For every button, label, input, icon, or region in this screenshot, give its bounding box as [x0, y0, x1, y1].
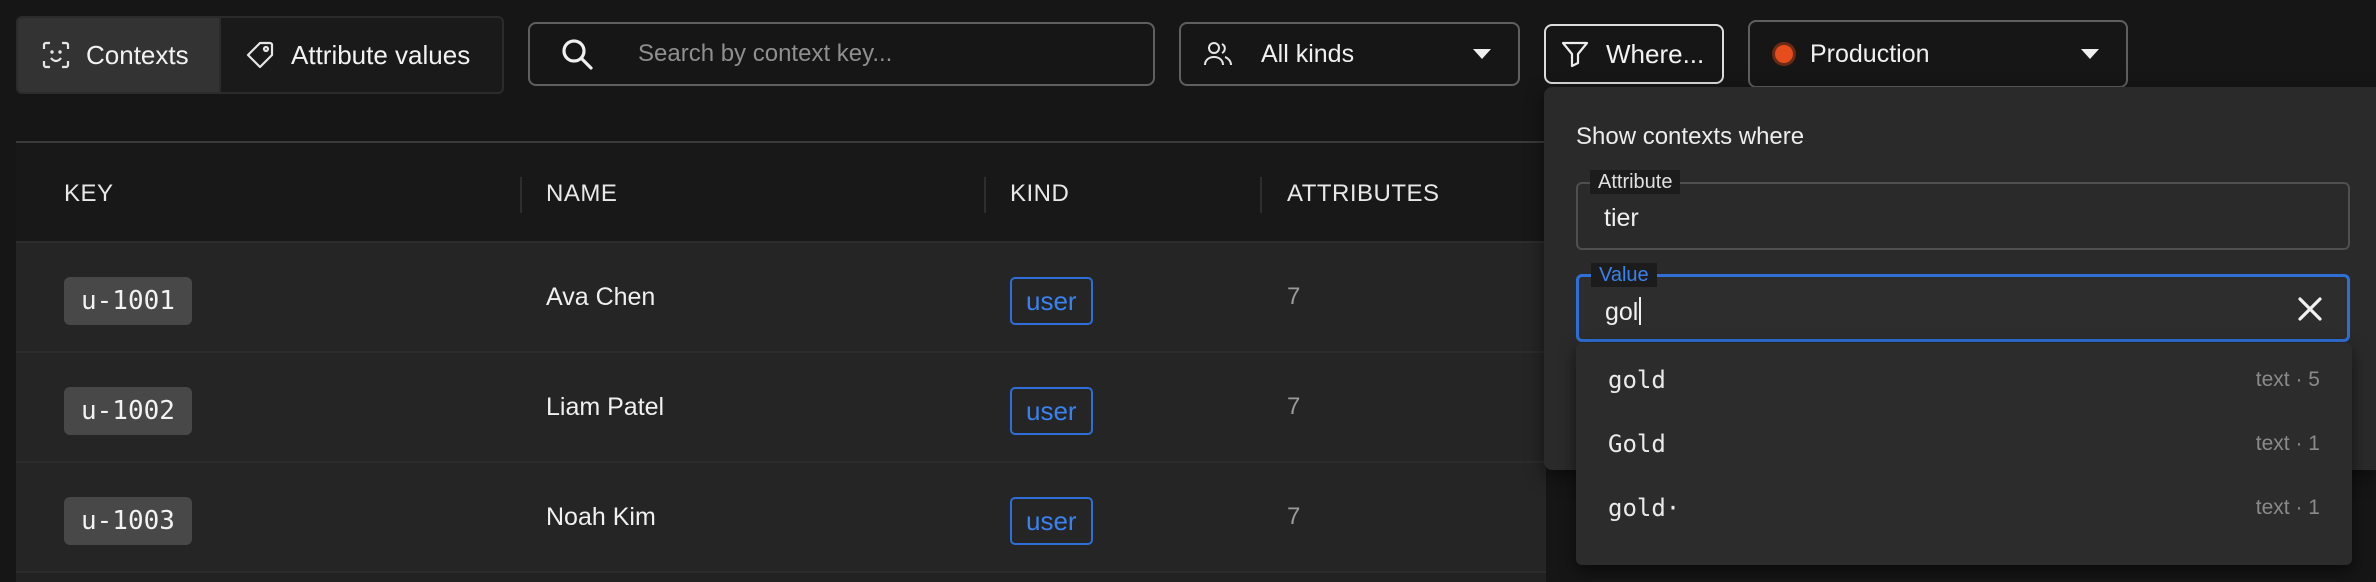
tab-contexts-label: Contexts [86, 39, 189, 70]
context-name: Ava Chen [546, 283, 656, 311]
kind-filter-label: All kinds [1261, 39, 1355, 68]
table-row[interactable]: u-1003 Noah Kim user 7 [16, 463, 1546, 573]
value-field-text: gol [1605, 298, 1639, 326]
suggestion-value: Gold [1608, 430, 1666, 458]
column-divider [984, 177, 986, 213]
chevron-down-icon [1472, 48, 1492, 60]
environment-status-dot [1772, 42, 1796, 66]
environment-label: Production [1810, 39, 1930, 68]
text-cursor [1639, 297, 1642, 325]
attribute-field-label: Attribute [1590, 170, 1681, 194]
table-row[interactable]: u-1002 Liam Patel user 7 [16, 353, 1546, 463]
filter-icon [1560, 39, 1590, 69]
value-suggestions-list: gold text · 5 Gold text · 1 gold· text ·… [1576, 343, 2352, 565]
kind-filter-dropdown[interactable]: All kinds [1179, 22, 1520, 86]
kind-badge: user [1010, 497, 1093, 545]
attribute-count: 7 [1287, 283, 1301, 310]
context-key-chip: u-1003 [64, 497, 192, 545]
column-header-key[interactable]: KEY [64, 180, 114, 208]
suggestion-option[interactable]: gold· text · 1 [1576, 476, 2352, 540]
close-icon[interactable] [2297, 296, 2323, 322]
suggestion-value: gold [1608, 366, 1666, 394]
column-header-kind[interactable]: KIND [1010, 180, 1069, 208]
suggestion-value: gold· [1608, 494, 1681, 522]
search-icon [560, 37, 594, 71]
where-filter-button[interactable]: Where... [1544, 24, 1724, 84]
suggestion-option[interactable]: gold text · 5 [1576, 348, 2352, 412]
value-field[interactable]: Value gol [1576, 263, 2350, 342]
attribute-field-value: tier [1604, 204, 1639, 232]
table-header: KEY NAME KIND ATTRIBUTES [16, 143, 1546, 243]
suggestion-meta: text · 1 [2255, 496, 2320, 519]
search-input[interactable] [638, 40, 1118, 68]
tab-contexts[interactable]: Contexts [18, 18, 221, 92]
attribute-count: 7 [1287, 393, 1301, 420]
attribute-field[interactable]: Attribute tier [1576, 170, 2350, 250]
table-row[interactable]: u-1001 Ava Chen user 7 [16, 243, 1546, 353]
kind-badge: user [1010, 277, 1093, 325]
value-field-label: Value [1591, 263, 1657, 287]
context-key-chip: u-1002 [64, 387, 192, 435]
search-box [528, 22, 1155, 86]
view-toggle: Contexts Attribute values [16, 16, 504, 94]
contexts-table: KEY NAME KIND ATTRIBUTES u-1001 Ava Chen… [16, 141, 1546, 582]
tab-attribute-values[interactable]: Attribute values [221, 18, 502, 92]
column-divider [1260, 177, 1262, 213]
value-field-input: gol [1605, 297, 1642, 327]
column-divider [520, 177, 522, 213]
tag-icon [245, 40, 275, 70]
suggestion-meta: text · 5 [2255, 368, 2320, 391]
attribute-count: 7 [1287, 503, 1301, 530]
tab-attribute-values-label: Attribute values [291, 39, 471, 70]
chevron-down-icon [2080, 48, 2100, 60]
suggestion-option[interactable]: Gold text · 1 [1576, 412, 2352, 476]
context-name: Noah Kim [546, 503, 656, 531]
suggestion-meta: text · 1 [2255, 432, 2320, 455]
context-name: Liam Patel [546, 393, 665, 421]
environment-selector[interactable]: Production [1748, 20, 2128, 88]
popover-title: Show contexts where [1576, 123, 1805, 150]
column-header-attributes[interactable]: ATTRIBUTES [1287, 180, 1440, 208]
users-icon [1203, 40, 1233, 68]
column-header-name[interactable]: NAME [546, 180, 617, 208]
kind-badge: user [1010, 387, 1093, 435]
face-scan-icon [42, 41, 70, 69]
where-filter-label: Where... [1606, 38, 1705, 69]
context-key-chip: u-1001 [64, 277, 192, 325]
